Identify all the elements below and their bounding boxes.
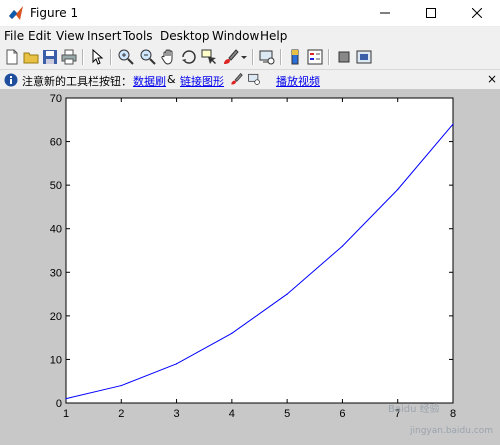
x-tick-label: 2 [118,408,124,420]
y-tick-label: 20 [50,311,62,323]
zoom-out-icon [140,49,156,65]
toolbar-separator [82,49,84,65]
data-brush-link[interactable]: 数据刷 [133,73,166,89]
save-button[interactable] [41,48,59,66]
info-message: 注意新的工具栏按钮： [22,75,132,88]
menu-window[interactable]: Window [212,29,259,43]
legend-button[interactable] [306,48,324,66]
pan-button[interactable] [160,48,178,66]
new-figure-button[interactable] [3,48,21,66]
data-point [120,384,122,387]
data-point [286,293,288,295]
title-bar: Figure 1 [0,0,500,27]
matlab-icon [9,6,23,20]
menu-view[interactable]: View [56,29,84,43]
x-tick-label: 1 [63,408,69,420]
info-icon [4,73,18,87]
rotate-3d-button[interactable] [180,48,198,66]
y-tick-label: 10 [50,354,62,366]
data-cursor-button[interactable] [200,48,218,66]
line-chart: 1 2 3 4 5 6 7 8010203040506070 [50,93,456,420]
print-button[interactable] [60,48,78,66]
colorbar-button[interactable] [286,48,304,66]
new-figure-icon [6,49,18,65]
zoom-in-button[interactable] [117,48,135,66]
show-plot-tools-button[interactable] [355,48,373,66]
maximize-icon [426,8,436,18]
brush-dropdown[interactable] [239,48,249,66]
minimize-icon [380,12,390,14]
menu-tools[interactable]: Tools [123,29,153,43]
data-point [65,398,67,400]
open-file-button[interactable] [22,48,40,66]
hide-plot-tools-icon [338,51,350,63]
menu-bar: File Edit View Insert Tools Desktop Wind… [0,27,500,46]
link-plot-icon [259,50,275,65]
close-button[interactable] [454,0,500,26]
brush-icon [224,49,239,64]
x-tick-label: 4 [229,408,235,420]
x-tick-label: 6 [339,408,345,420]
close-infobar-button[interactable]: × [487,72,497,86]
menu-file[interactable]: File [4,29,24,43]
plot-area [65,97,454,404]
brush-button[interactable] [221,48,239,66]
hide-plot-tools-button[interactable] [335,48,353,66]
info-bar: 注意新的工具栏按钮： 数据刷 & 链接图形 播放视频 × [0,70,500,90]
window-title: Figure 1 [30,6,79,20]
x-tick-label: 5 [284,408,290,420]
brush-icon [231,72,243,85]
menu-desktop[interactable]: Desktop [160,29,210,43]
pointer-icon [92,48,104,65]
link-plot-icon [248,73,260,85]
colorbar-icon [291,49,299,65]
data-point [397,188,399,191]
play-video-link[interactable]: 播放视频 [276,73,320,89]
plot-axes: 1 2 3 4 5 6 7 8010203040506070 [50,93,456,420]
x-tick-label: 3 [174,408,180,420]
y-tick-label: 0 [56,398,62,410]
toolbar-separator [252,49,254,65]
y-tick-label: 40 [50,224,62,236]
ampersand-text: & [167,73,176,86]
show-plot-tools-icon [356,50,372,64]
y-tick-label: 60 [50,137,62,149]
menu-help[interactable]: Help [260,29,287,43]
x-tick-label: 8 [450,408,456,420]
zoom-in-icon [118,49,134,65]
watermark-logo-text: Baidu 经验 [388,404,440,415]
chevron-down-icon [241,56,247,59]
close-icon [472,8,482,18]
watermark-url: jingyan.baidu.com [410,426,494,436]
toolbar-separator [280,49,282,65]
pointer-button[interactable] [88,48,106,66]
toolbar-separator [110,49,112,65]
zoom-out-button[interactable] [139,48,157,66]
minimize-button[interactable] [362,0,408,26]
data-point [452,123,454,125]
rotate-3d-icon [182,50,196,64]
menu-edit[interactable]: Edit [28,29,51,43]
menu-insert[interactable]: Insert [87,29,121,43]
y-tick-label: 50 [50,180,62,192]
open-file-icon [23,52,39,64]
toolbar [0,45,500,70]
print-icon [61,49,77,65]
data-point [231,332,233,334]
figure-canvas: 1 2 3 4 5 6 7 8 0 10 20 30 40 50 60 70 [0,90,500,445]
y-tick-label: 70 [50,93,62,105]
data-cursor-icon [201,49,216,64]
link-plot-link[interactable]: 链接图形 [180,73,224,89]
data-point [175,363,178,365]
save-icon [43,50,57,64]
legend-icon [307,49,323,65]
pan-icon [161,49,173,65]
toolbar-separator [328,49,330,65]
link-plot-button[interactable] [258,48,276,66]
maximize-button[interactable] [408,0,454,26]
data-point [341,245,344,247]
y-tick-label: 30 [50,267,62,279]
